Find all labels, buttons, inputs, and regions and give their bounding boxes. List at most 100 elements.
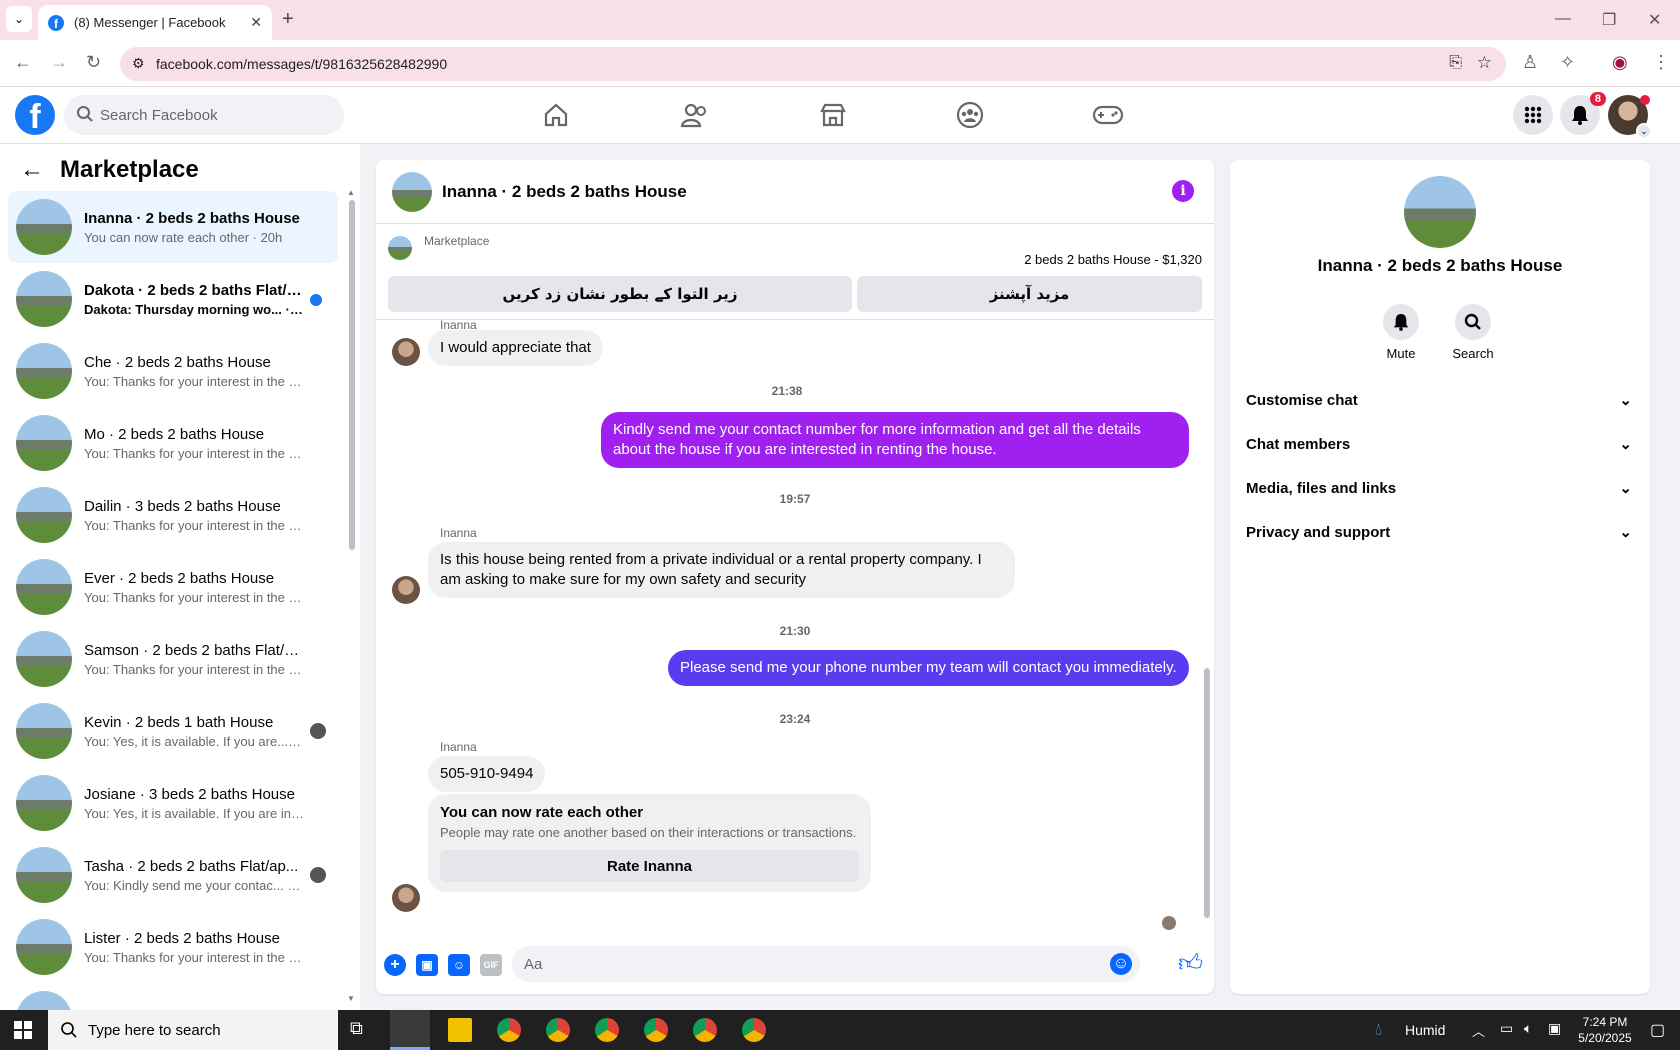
profile-icon[interactable]: ◉ [1612,52,1628,73]
section-media-files-links[interactable]: Media, files and links ⌄ [1246,468,1632,508]
outgoing-message[interactable]: Kindly send me your contact number for m… [601,412,1189,468]
chrome-icon[interactable] [497,1018,521,1042]
bookmark-star-icon[interactable]: ☆ [1477,53,1492,73]
chrome-icon[interactable] [693,1018,717,1042]
display-icon[interactable]: ▣ [1548,1020,1561,1037]
close-tab-icon[interactable]: ✕ [250,14,262,31]
forward-icon[interactable]: → [50,52,68,73]
restore-icon[interactable]: ❐ [1602,10,1616,30]
sticker-icon[interactable]: ☺ [448,954,470,976]
conversation-item[interactable]: Lister · 2 beds 2 baths House You: Thanks… [8,911,338,983]
section-customise-chat[interactable]: Customise chat ⌄ [1246,380,1632,420]
taskbar-search-input[interactable]: Type here to search [48,1010,338,1050]
like-icon[interactable]: 👍︎ [1178,950,1203,978]
network-icon[interactable]: ▭ [1500,1020,1513,1037]
outgoing-message[interactable]: Please send me your phone number my team… [668,650,1189,686]
conversation-name: Mo · 2 beds 2 baths House [84,425,265,443]
details-avatar[interactable] [1404,176,1476,248]
tab-search-chevron-icon[interactable]: ⌄ [6,6,32,32]
chrome-icon[interactable] [644,1018,668,1042]
facebook-favicon-icon: f [48,14,64,31]
reload-icon[interactable]: ↻ [86,52,101,73]
account-avatar[interactable]: ⌄ [1608,95,1652,139]
notifications-button[interactable]: 8 [1560,92,1606,135]
weather-label[interactable]: Humid [1405,1022,1445,1038]
taskbar-app-active[interactable] [390,1010,430,1050]
weather-icon[interactable]: 💧︎ [1375,1019,1382,1040]
sticky-notes-icon[interactable] [448,1018,472,1042]
url-field[interactable]: ⚙ facebook.com/messages/t/98163256284829… [120,47,1506,81]
listing-price[interactable]: 2 beds 2 baths House - $1,320 [1024,252,1202,267]
rate-button[interactable]: Rate Inanna [440,850,859,882]
section-privacy-support[interactable]: Privacy and support ⌄ [1246,512,1632,552]
sidebar-scrollbar[interactable] [349,200,355,550]
clock[interactable]: 7:24 PM 5/20/2025 [1572,1014,1638,1046]
install-app-icon[interactable]: ⎘ [1449,54,1462,72]
incoming-message[interactable]: Is this house being rented from a privat… [428,542,1015,598]
browser-menu-icon[interactable]: ⋮ [1652,52,1670,73]
message-input[interactable]: Aa ☺ [512,946,1140,982]
new-tab-icon[interactable]: + [282,8,294,31]
friends-icon[interactable] [675,99,715,131]
home-icon[interactable] [536,99,576,131]
gif-icon[interactable]: GIF [480,954,502,976]
listing-thumbnail[interactable] [388,236,412,260]
sidebar-scroll-up-icon[interactable]: ▲ [347,188,355,197]
conversation-item[interactable]: Samson · 2 beds 2 baths Flat/ap... You: T… [8,623,338,695]
incoming-message[interactable]: 505-910-9494 [428,756,546,792]
site-info-icon[interactable]: ⚙ [132,55,145,72]
tray-chevron-icon[interactable]: ︿ [1472,1021,1485,1040]
conversation-item[interactable]: Tasha · 2 beds 2 baths Flat/ap... You: Ki… [8,839,338,911]
search-icon [1455,304,1491,340]
conversation-item[interactable]: Inanna · 2 beds 2 baths House You can now… [8,191,338,263]
marketplace-icon[interactable] [813,99,853,131]
facebook-logo-icon[interactable]: f [15,95,55,135]
search-in-chat-button[interactable]: Search [1443,304,1503,361]
chevron-down-icon: ⌄ [1619,436,1632,453]
facebook-search-input[interactable]: Search Facebook [64,95,344,135]
windows-start-icon[interactable] [14,1021,32,1039]
info-icon[interactable]: i [1172,180,1194,202]
chrome-icon[interactable] [742,1018,766,1042]
copilot-icon[interactable]: ♙ [1522,52,1538,73]
section-chat-members[interactable]: Chat members ⌄ [1246,424,1632,464]
conversation-item[interactable]: Ever · 2 beds 2 baths House You: Thanks f… [8,551,338,623]
conversation-item[interactable]: Josiane · 3 beds 2 baths House You: Yes, … [8,767,338,839]
conversation-preview: You can now rate each other · 20h [84,229,283,245]
chat-title[interactable]: Inanna · 2 beds 2 baths House [442,182,687,202]
sender-avatar[interactable] [392,884,420,912]
notification-center-icon[interactable]: ▢ [1650,1020,1665,1040]
extensions-icon[interactable]: ✧ [1560,52,1575,73]
mark-pending-button[interactable]: زیر التوا کے بطور نشان زد کریں [388,276,852,312]
chrome-icon[interactable] [595,1018,619,1042]
back-icon[interactable]: ← [14,52,32,73]
conversation-item[interactable]: Mack · 2 beds 2 baths Flat/ap... [8,983,338,1010]
chrome-icon[interactable] [546,1018,570,1042]
conversation-item[interactable]: Dailin · 3 beds 2 baths House You: Thanks… [8,479,338,551]
conversation-item[interactable]: Kevin · 2 beds 1 bath House You: Yes, it … [8,695,338,767]
conversation-item[interactable]: Che · 2 beds 2 baths House You: Thanks fo… [8,335,338,407]
gaming-icon[interactable] [1088,99,1128,131]
mute-button[interactable]: Mute [1371,304,1431,361]
sender-avatar[interactable] [392,338,420,366]
sender-avatar[interactable] [392,576,420,604]
menu-grid-button[interactable] [1513,95,1553,135]
plus-icon[interactable]: + [384,954,406,976]
back-arrow-icon[interactable]: ← [20,156,44,184]
browser-tab-messenger[interactable]: f (8) Messenger | Facebook ✕ [38,5,272,40]
close-window-icon[interactable]: ✕ [1648,10,1661,30]
chat-avatar[interactable] [392,171,432,212]
sidebar-scroll-down-icon[interactable]: ▼ [347,994,355,1003]
minimize-icon[interactable]: — [1555,10,1571,28]
conversation-item[interactable]: Mo · 2 beds 2 baths House You: Thanks for… [8,407,338,479]
task-view-icon[interactable]: ⧉ [350,1018,363,1039]
chat-scrollbar[interactable] [1204,668,1210,918]
emoji-icon[interactable]: ☺ [1110,953,1132,975]
volume-icon[interactable]: 🔈︎ [1524,1020,1532,1037]
marketplace-label: Marketplace [424,234,490,248]
photo-icon[interactable]: ▣ [416,954,438,976]
incoming-message[interactable]: I would appreciate that [428,330,603,366]
conversation-item[interactable]: Dakota · 2 beds 2 baths Flat/a... Dakota:… [8,263,338,335]
groups-icon[interactable] [950,99,990,131]
more-options-button[interactable]: مزید آپشنز [857,276,1202,312]
